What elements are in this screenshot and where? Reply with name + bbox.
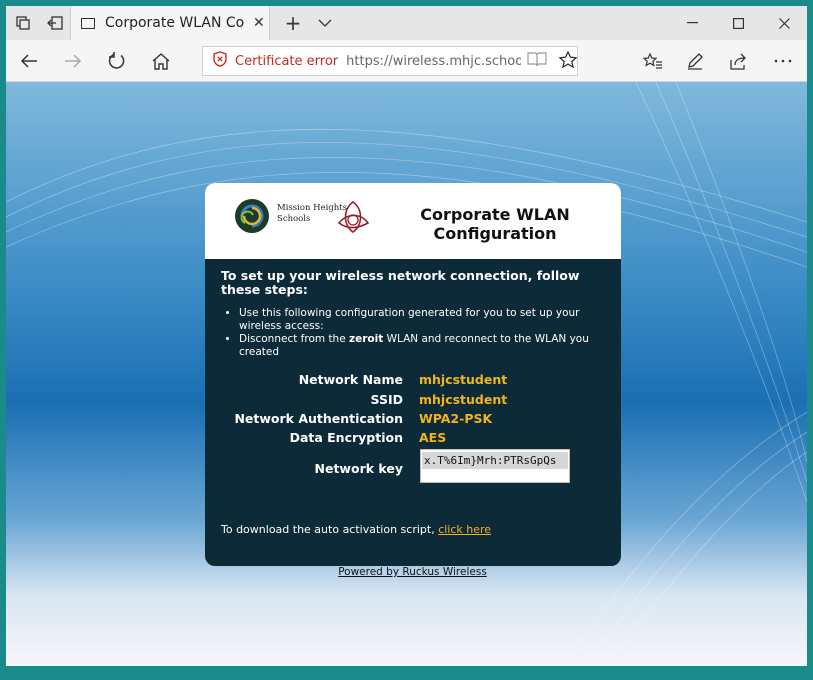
step-item: Use this following configuration generat… [239, 307, 621, 333]
tab-active[interactable]: Corporate WLAN Config ✕ [70, 6, 270, 40]
set-tabs-aside-icon[interactable] [38, 6, 72, 40]
network-key-field[interactable]: x.T%6Im}Mrh:PTRsGpQs [420, 449, 570, 483]
more-options-icon[interactable] [762, 40, 804, 82]
school-emblem-icon [235, 199, 269, 233]
powered-by-link[interactable]: Powered by Ruckus Wireless [338, 566, 487, 578]
close-window-icon[interactable] [761, 6, 807, 40]
browser-window: Corporate WLAN Config ✕ + [6, 6, 807, 666]
auth-value: WPA2-PSK [419, 411, 493, 426]
favorite-star-icon[interactable] [558, 49, 578, 72]
back-icon[interactable] [8, 40, 50, 82]
share-icon[interactable] [718, 40, 760, 82]
step2-text: Disconnect from the [239, 333, 350, 345]
ssid-value: mhjcstudent [419, 392, 508, 407]
tab-manager-icon[interactable] [6, 6, 40, 40]
card-body: To set up your wireless network connecti… [205, 259, 621, 566]
reading-view-icon[interactable] [527, 51, 547, 71]
download-text: To download the auto activation script, … [221, 523, 491, 536]
refresh-icon[interactable] [96, 40, 138, 82]
chevron-down-icon[interactable] [310, 6, 340, 40]
download-prompt: To download the auto activation script, [221, 523, 439, 536]
celtic-knot-icon [337, 201, 370, 233]
home-icon[interactable] [140, 40, 182, 82]
card-header: Mission Heights Schools Corporate WLAN C… [205, 183, 621, 259]
tab-close-icon[interactable]: ✕ [253, 15, 265, 31]
minimize-icon[interactable] [669, 6, 715, 40]
title-line-1: Corporate WLAN [420, 205, 570, 224]
title-line-2: Configuration [433, 224, 557, 243]
forward-icon[interactable] [52, 40, 94, 82]
page-title: Corporate WLAN Configuration [415, 205, 575, 243]
school-logo: Mission Heights Schools [233, 197, 373, 237]
step-item: Disconnect from the zeroit WLAN and reco… [239, 333, 621, 359]
navigation-bar: Certificate error https://wireless.mhjc.… [6, 40, 807, 82]
network-key-label: Network key [314, 461, 403, 476]
tab-title: Corporate WLAN Config [105, 15, 245, 31]
encryption-label: Data Encryption [289, 430, 403, 445]
download-script-link[interactable]: click here [438, 523, 491, 536]
page-content: Mission Heights Schools Corporate WLAN C… [6, 82, 807, 666]
tab-bar: Corporate WLAN Config ✕ + [6, 6, 807, 40]
shield-error-icon [213, 51, 227, 71]
network-name-label: Network Name [298, 372, 403, 387]
wlan-config-card: Mission Heights Schools Corporate WLAN C… [205, 183, 621, 566]
page-icon [81, 17, 95, 29]
ssid-label: SSID [370, 392, 403, 407]
favorites-list-icon[interactable] [632, 40, 674, 82]
url-text[interactable]: https://wireless.mhjc.school.nz/user, [346, 54, 521, 69]
intro-heading: To set up your wireless network connecti… [221, 268, 580, 297]
network-name-value: mhjcstudent [419, 372, 508, 387]
auth-label: Network Authentication [234, 411, 403, 426]
address-bar[interactable]: Certificate error https://wireless.mhjc.… [202, 46, 578, 76]
step2-ssid: zeroit [349, 333, 384, 345]
new-tab-icon[interactable]: + [278, 6, 308, 40]
maximize-icon[interactable] [715, 6, 761, 40]
certificate-error-label[interactable]: Certificate error [235, 54, 338, 69]
network-key-value[interactable]: x.T%6Im}Mrh:PTRsGpQs [422, 452, 568, 469]
powered-by: Powered by Ruckus Wireless [6, 566, 807, 578]
steps-list: Use this following configuration generat… [221, 307, 621, 359]
encryption-value: AES [419, 430, 447, 445]
pen-notes-icon[interactable] [674, 40, 716, 82]
